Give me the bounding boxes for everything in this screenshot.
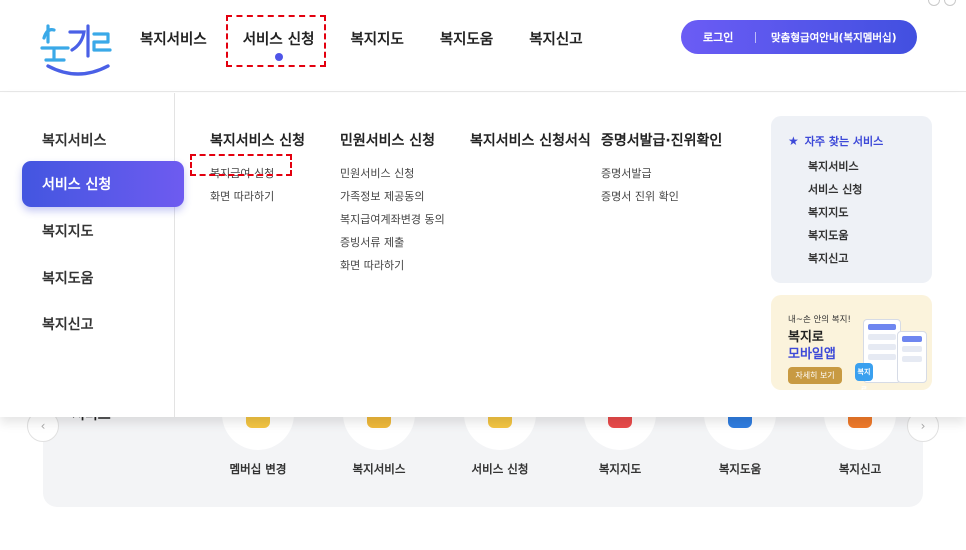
welfare-map-icon <box>584 414 656 450</box>
quick-item-label: 멤버십 변경 <box>229 462 287 476</box>
phone-bar <box>868 324 896 330</box>
favorite-item[interactable]: 복지서비스 <box>808 158 932 181</box>
gnb-welfare-service[interactable]: 복지서비스 <box>138 28 209 49</box>
column-title[interactable]: 증명서발급·진위확인 <box>601 130 722 150</box>
sidebar-item-welfare-map[interactable]: 복지지도 <box>42 221 94 241</box>
phone-mockup-icon <box>897 331 927 383</box>
app-banner-subtitle: 모바일앱 <box>788 347 836 362</box>
phone-bar <box>868 344 896 350</box>
mega-menu-panel: 복지서비스 서비스 신청 복지지도 복지도움 복지신고 복지서비스 신청 복지급… <box>0 93 966 417</box>
column-title[interactable]: 복지서비스 신청 <box>210 130 305 150</box>
bokjiro-logo[interactable] <box>40 18 116 78</box>
quick-item-label: 복지지도 <box>598 462 642 476</box>
phone-bar <box>868 354 896 360</box>
service-apply-icon <box>464 414 536 450</box>
utility-icon[interactable] <box>944 0 956 6</box>
app-detail-button[interactable]: 자세히 보기 <box>788 367 842 384</box>
sidebar-item-welfare-report[interactable]: 복지신고 <box>42 314 94 334</box>
quick-item-welfare-help[interactable]: 복지도움 <box>700 414 780 477</box>
star-icon: ★ <box>788 134 799 148</box>
favorite-services-title: ★ 자주 찾는 서비스 <box>788 133 932 149</box>
link-civil-apply[interactable]: 민원서비스 신청 <box>340 166 445 189</box>
link-screen-guide[interactable]: 화면 따라하기 <box>340 258 445 281</box>
sidebar-item-service-apply[interactable]: 서비스 신청 <box>22 161 184 207</box>
link-account-change[interactable]: 복지급여계좌변경 동의 <box>340 212 445 235</box>
utility-icon[interactable] <box>928 0 940 6</box>
phone-bar <box>868 334 896 340</box>
gnb-highlight-box <box>226 15 326 67</box>
phone-bar <box>902 336 922 342</box>
gnb-welfare-map[interactable]: 복지지도 <box>348 28 405 49</box>
favorite-item[interactable]: 복지지도 <box>808 204 932 227</box>
quick-item-label: 복지신고 <box>838 462 882 476</box>
menu-column-forms: 복지서비스 신청서식 <box>470 130 591 150</box>
link-document-submit[interactable]: 증빙서류 제출 <box>340 235 445 258</box>
column-title[interactable]: 복지서비스 신청서식 <box>470 130 591 150</box>
link-family-consent[interactable]: 가족정보 제공동의 <box>340 189 445 212</box>
membership-icon <box>222 414 294 450</box>
column-links: 증명서발급 증명서 진위 확인 <box>601 166 722 212</box>
app-logo-icon: 복지로 <box>855 363 873 390</box>
gnb-welfare-report[interactable]: 복지신고 <box>527 28 584 49</box>
menu-column-civil-apply: 민원서비스 신청 민원서비스 신청 가족정보 제공동의 복지급여계좌변경 동의 … <box>340 130 445 281</box>
sidebar-item-welfare-service[interactable]: 복지서비스 <box>42 130 106 150</box>
link-certificate-issue[interactable]: 증명서발급 <box>601 166 722 189</box>
welfare-help-icon <box>704 414 776 450</box>
app-banner-caption: 내~손 안의 복지! <box>788 315 851 325</box>
link-certificate-verify[interactable]: 증명서 진위 확인 <box>601 189 722 212</box>
favorite-item[interactable]: 복지도움 <box>808 227 932 250</box>
quick-item-welfare-map[interactable]: 복지지도 <box>580 414 660 477</box>
global-nav: 복지서비스 서비스 신청 복지지도 복지도움 복지신고 <box>138 28 617 61</box>
welfare-report-icon <box>824 414 896 450</box>
column-title[interactable]: 민원서비스 신청 <box>340 130 445 150</box>
mega-menu-sidebar: 복지서비스 서비스 신청 복지지도 복지도움 복지신고 <box>0 93 184 417</box>
header: 복지서비스 서비스 신청 복지지도 복지도움 복지신고 로그인 맞춤형급여안내(… <box>0 0 966 92</box>
mobile-app-banner[interactable]: 내~손 안의 복지! 복지로 모바일앱 자세히 보기 복지로 <box>771 295 932 390</box>
sidebar-item-welfare-help[interactable]: 복지도움 <box>42 268 94 288</box>
top-utility-icons <box>928 0 956 6</box>
login-button[interactable]: 로그인 <box>681 29 755 45</box>
quick-item-label: 서비스 신청 <box>471 462 529 476</box>
phone-bar <box>902 356 922 362</box>
link-highlight-box <box>190 154 292 176</box>
welfare-service-icon <box>343 414 415 450</box>
quick-item-welfare-service[interactable]: 복지서비스 <box>339 414 419 477</box>
login-bar: 로그인 맞춤형급여안내(복지멤버십) <box>681 20 917 54</box>
favorite-item[interactable]: 서비스 신청 <box>808 181 932 204</box>
gnb-welfare-help[interactable]: 복지도움 <box>438 28 495 49</box>
quick-item-label: 복지서비스 <box>352 462 406 476</box>
quick-item-membership[interactable]: 멤버십 변경 <box>218 414 298 477</box>
favorite-services-box: ★ 자주 찾는 서비스 복지서비스 서비스 신청 복지지도 복지도움 복지신고 <box>771 116 932 283</box>
favorite-list: 복지서비스 서비스 신청 복지지도 복지도움 복지신고 <box>788 158 932 273</box>
quick-item-welfare-report[interactable]: 복지신고 <box>820 414 900 477</box>
favorite-title-text: 자주 찾는 서비스 <box>804 135 884 148</box>
favorite-item[interactable]: 복지신고 <box>808 250 932 273</box>
quick-item-service-apply[interactable]: 서비스 신청 <box>460 414 540 477</box>
column-links: 민원서비스 신청 가족정보 제공동의 복지급여계좌변경 동의 증빙서류 제출 화… <box>340 166 445 281</box>
divider <box>755 31 756 43</box>
benefit-guide-button[interactable]: 맞춤형급여안내(복지멤버십) <box>771 30 897 45</box>
quick-item-label: 복지도움 <box>718 462 762 476</box>
link-screen-guide[interactable]: 화면 따라하기 <box>210 189 305 212</box>
phone-bar <box>902 346 922 352</box>
menu-column-certificates: 증명서발급·진위확인 증명서발급 증명서 진위 확인 <box>601 130 722 212</box>
